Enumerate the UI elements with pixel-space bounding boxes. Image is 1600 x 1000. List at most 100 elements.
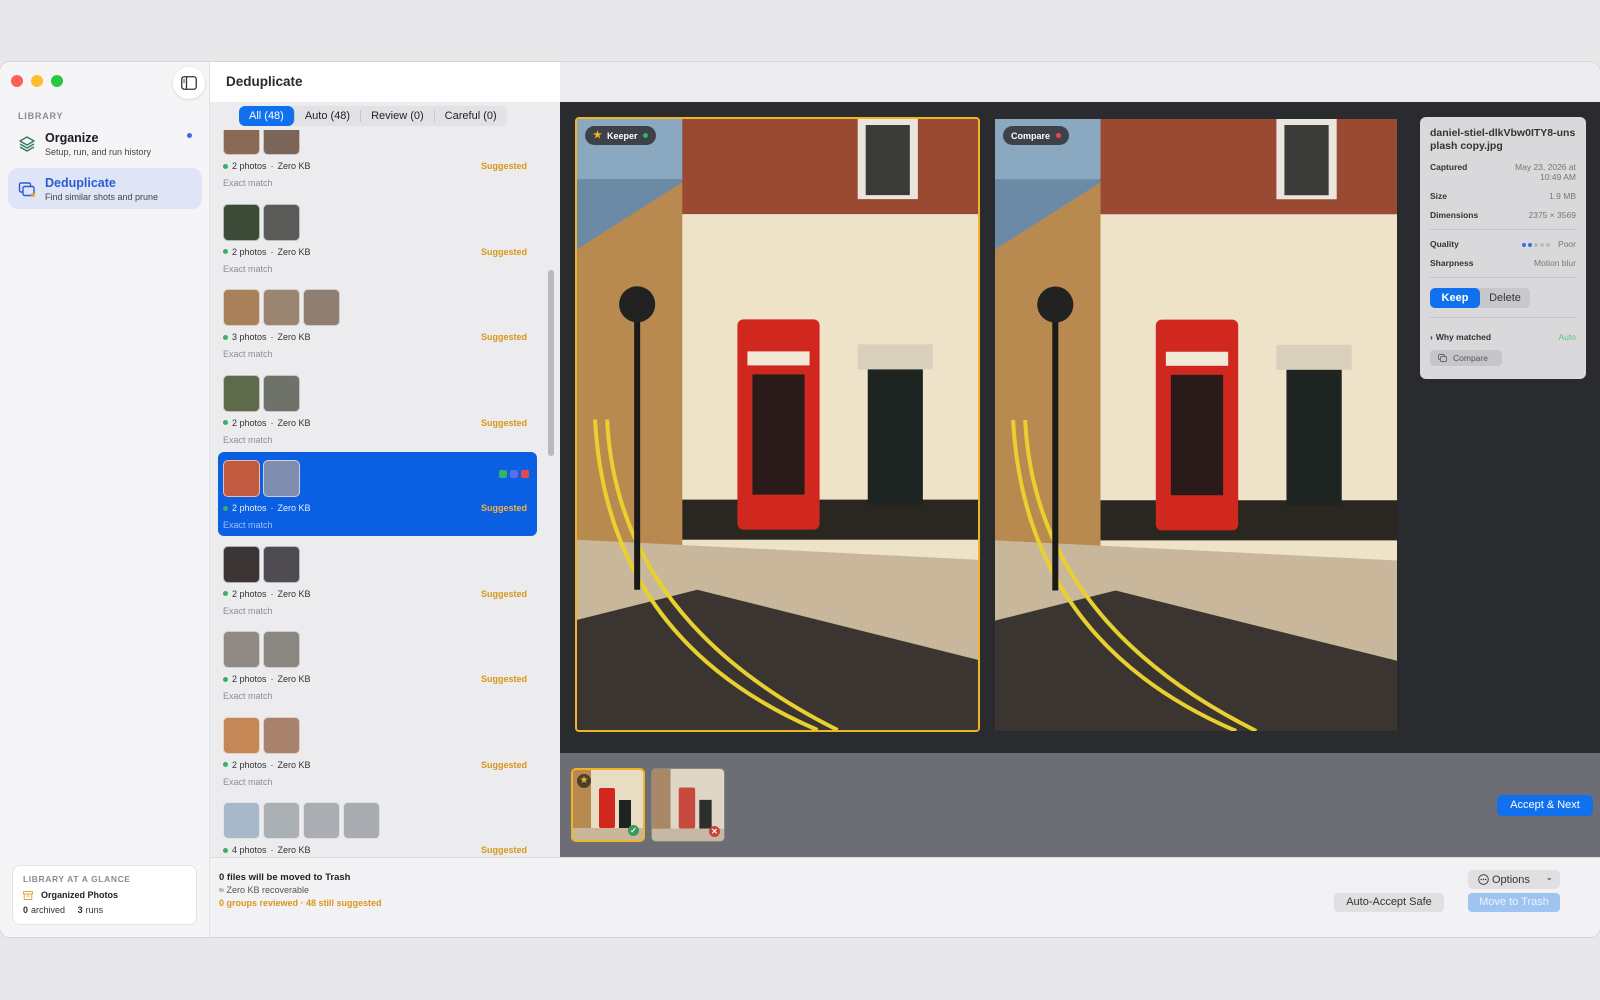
scrollbar-thumb[interactable] (548, 270, 554, 456)
accept-next-button[interactable]: Accept & Next (1497, 795, 1593, 816)
tab-all[interactable]: All (48) (239, 106, 294, 126)
group-thumbnails (223, 460, 300, 497)
match-type: Exact match (223, 178, 273, 188)
sidebar: LIBRARY Organize Setup, run, and run his… (0, 62, 210, 937)
group-row[interactable]: 2 photos · Zero KB Exact match Suggested (218, 452, 537, 536)
trash-summary: 0 files will be moved to Trash (219, 872, 351, 883)
group-row[interactable]: 2 photos · Zero KB Exact match Suggested (218, 709, 537, 793)
list-scrollbar[interactable] (548, 190, 554, 918)
circle-icon (510, 470, 518, 478)
delete-button[interactable]: Delete (1480, 288, 1530, 308)
compare-button-label: Compare (1453, 353, 1488, 364)
match-type: Exact match (223, 605, 273, 616)
divider (1430, 277, 1576, 279)
match-type: Exact match (223, 776, 273, 787)
group-row[interactable]: 3 photos · Zero KB Exact match Suggested (218, 281, 537, 365)
separator-dot: · (270, 588, 274, 599)
info-key: Captured (1430, 162, 1468, 173)
bottom-status-bar: 0 files will be moved to Trash ≈ Zero KB… (210, 857, 1600, 937)
photo-count: 2 photos (232, 161, 267, 171)
group-thumbnails (223, 289, 340, 326)
info-row-dimensions: Dimensions 2375 × 3569 (1430, 210, 1576, 220)
sidebar-item-label: Deduplicate (45, 175, 116, 190)
more-icon (1478, 874, 1489, 885)
move-to-trash-button[interactable]: Move to Trash (1468, 893, 1560, 912)
group-meta: 4 photos · Zero KB (223, 845, 311, 855)
group-row[interactable]: 2 photos · Zero KB Exact match Suggested (218, 538, 537, 622)
info-row-quality: Quality Poor (1430, 239, 1576, 249)
phone-box-photo (577, 119, 978, 730)
status-badge: Suggested (480, 246, 527, 257)
sidebar-item-deduplicate[interactable]: Deduplicate Find similar shots and prune (8, 168, 202, 209)
check-icon: ✓ (628, 825, 639, 836)
minimize-window-button[interactable] (31, 75, 43, 87)
file-name: daniel-stiel-dlkVbw0ITY8-unsplash copy.j… (1430, 127, 1576, 153)
group-row[interactable]: 2 photos · Zero KB Exact match Suggested (218, 367, 537, 451)
group-meta: 2 photos · Zero KB (223, 674, 311, 684)
keeper-photo[interactable]: ★ Keeper (575, 117, 980, 732)
copy-icon (1438, 354, 1447, 363)
photo-thumbnail (303, 289, 340, 326)
group-thumbnails (223, 203, 300, 241)
runs-label: runs (85, 905, 104, 915)
filmstrip-thumb-compare[interactable]: ✕ (651, 768, 725, 842)
status-dot (223, 163, 228, 169)
info-key: Quality (1430, 239, 1459, 250)
photo-thumbnail (223, 545, 260, 583)
archive-box-icon (23, 890, 33, 900)
photo-thumbnail (263, 802, 300, 839)
keep-button[interactable]: Keep (1430, 288, 1480, 309)
group-row[interactable]: 2 photos · Zero KB Exact match Suggested (218, 196, 537, 280)
photo-thumbnail (263, 545, 300, 583)
group-row[interactable]: 2 photos · Zero KB Exact match Suggested (218, 130, 537, 194)
sidebar-item-subtitle: Find similar shots and prune (45, 191, 159, 202)
status-badge: Suggested (480, 332, 527, 342)
group-meta: 2 photos · Zero KB (223, 418, 311, 428)
photo-thumbnail (223, 460, 260, 497)
status-dot (1056, 133, 1062, 138)
status-badge: Suggested (480, 417, 527, 428)
list-header: Deduplicate (210, 62, 560, 102)
filter-segmented-control: All (48) Auto (48) Review (0) Careful (0… (239, 106, 507, 126)
archived-count: 0 (23, 905, 29, 915)
tab-auto[interactable]: Auto (48) (295, 106, 360, 126)
info-key: Sharpness (1430, 258, 1474, 269)
options-menu-button[interactable]: Options ⌄ (1468, 870, 1560, 889)
window-controls (11, 75, 63, 87)
app-window: LIBRARY Organize Setup, run, and run his… (0, 62, 1600, 937)
why-matched-disclosure[interactable]: › Why matched Auto (1430, 332, 1576, 342)
status-dot (187, 133, 192, 138)
auto-accept-safe-button[interactable]: Auto-Accept Safe (1334, 893, 1444, 912)
status-dot (223, 676, 228, 682)
quality-dot (1540, 243, 1545, 247)
group-status-icons (499, 470, 529, 478)
separator-dot: · (270, 845, 274, 855)
info-value: Poor (1558, 239, 1576, 250)
group-size: Zero KB (277, 759, 311, 770)
match-type: Exact match (223, 434, 273, 445)
close-window-button[interactable] (11, 75, 23, 87)
quality-dot (1546, 243, 1551, 247)
compare-badge: Compare (1003, 126, 1070, 145)
compare-button[interactable]: Compare (1430, 350, 1502, 367)
zoom-window-button[interactable] (51, 75, 63, 87)
compare-photo[interactable]: Compare (995, 119, 1397, 731)
tab-review[interactable]: Review (0) (361, 106, 434, 126)
tab-careful[interactable]: Careful (0) (435, 106, 507, 126)
info-key: Size (1430, 191, 1448, 202)
sidebar-toggle-icon (181, 76, 197, 90)
group-list-pane: Deduplicate All (48) Auto (48) Review (0… (210, 62, 560, 872)
photo-count: 2 photos (232, 588, 267, 599)
status-dot (223, 591, 228, 596)
status-badge: Suggested (480, 161, 527, 171)
info-row-sharpness: Sharpness Motion blur (1430, 258, 1576, 268)
match-type: Exact match (223, 263, 273, 274)
duplicate-icon (17, 179, 37, 199)
filmstrip-thumb-keeper[interactable]: ★ ✓ (571, 768, 645, 842)
status-dot (223, 420, 228, 425)
group-row[interactable]: 2 photos · Zero KB Exact match Suggested (218, 623, 537, 707)
photo-thumbnail (303, 802, 340, 839)
sidebar-item-organize[interactable]: Organize Setup, run, and run history (8, 123, 202, 164)
keep-delete-toggle: Keep Delete (1430, 288, 1530, 309)
sidebar-toggle-button[interactable] (173, 67, 205, 99)
